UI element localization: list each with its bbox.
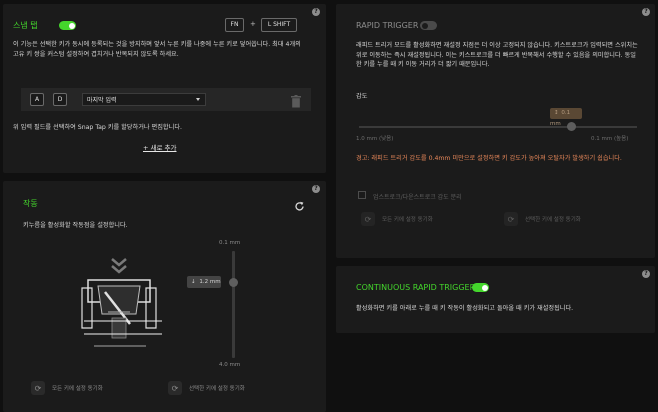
rt-reset-all-keys-button[interactable]: ⟳ 모든 키에 설정 동기화	[361, 212, 433, 226]
actuation-slider-handle[interactable]	[229, 278, 238, 287]
reset-all-keys-button[interactable]: ⟳ 모든 키에 설정 동기화	[31, 381, 103, 395]
snap-tap-hint: 위 입력 필드를 선택하여 Snap Tap 키를 할당하거나 편집합니다.	[13, 124, 182, 131]
switch-illustration	[78, 254, 168, 354]
slider-bottom-label: 4.0 mm	[219, 362, 241, 368]
arrow-up-icon: ↕	[554, 110, 559, 116]
pair-key-a[interactable]: A	[30, 93, 44, 106]
snap-tap-card: ? 스냅 탭 FN + L SHIFT 이 기능은 선택한 키가 동시에 등록되…	[3, 4, 326, 173]
sync-icon: ⟳	[31, 381, 45, 395]
snap-tap-title: 스냅 탭	[13, 21, 38, 30]
actuation-title: 작동	[23, 199, 38, 208]
mode-dropdown[interactable]: 마지막 입력	[82, 93, 206, 106]
sync-icon: ⟳	[361, 212, 375, 226]
chevron-down-icon	[196, 98, 200, 101]
refresh-icon[interactable]	[294, 197, 305, 211]
rt-reset-all-label: 모든 키에 설정 동기화	[382, 217, 433, 223]
pair-key-d[interactable]: D	[53, 93, 67, 106]
sensitivity-label: 감도	[356, 93, 368, 100]
sensitivity-left-label: 1.0 mm (낮음)	[356, 136, 394, 142]
slider-top-label: 0.1 mm	[219, 240, 241, 246]
rapid-trigger-toggle[interactable]	[420, 21, 437, 30]
mode-dropdown-value: 마지막 입력	[87, 97, 117, 104]
arrow-down-icon: ↓	[191, 279, 196, 285]
help-icon[interactable]: ?	[312, 185, 320, 193]
actuation-slider-track[interactable]	[232, 251, 235, 358]
continuous-title: CONTINUOUS RAPID TRIGGER	[356, 283, 476, 292]
continuous-description: 활성화하면 키를 아래로 누를 때 키 작동이 활성화되고 돌아올 때 키가 재…	[356, 305, 574, 312]
reset-all-label: 모든 키에 설정 동기화	[52, 386, 103, 392]
sensitivity-slider-handle[interactable]	[567, 122, 576, 131]
snap-tap-toggle[interactable]	[59, 21, 76, 30]
snap-tap-description: 이 기능은 선택한 키가 동시에 등록되는 것을 방지하며 앞서 누른 키를 나…	[13, 41, 301, 58]
sensitivity-right-label: 0.1 mm (높음)	[591, 136, 629, 142]
actuation-card: ? 작동 키누름을 활성화할 작동점을 설정합니다. 0.1 mm ↓ 1.2 …	[3, 181, 326, 412]
trash-icon[interactable]	[291, 93, 301, 108]
reset-selected-label: 선택한 키에 설정 동기화	[189, 386, 245, 392]
sensitivity-value-badge: ↕ 0.1 mm	[550, 108, 582, 127]
sync-icon: ⟳	[504, 212, 518, 226]
actuation-value-badge: ↓ 1.2 mm	[187, 276, 221, 288]
plus-sign: +	[250, 20, 256, 28]
fn-key-box[interactable]: FN	[225, 18, 244, 32]
sync-icon: ⟳	[168, 381, 182, 395]
snap-tap-pair-row: A D 마지막 입력	[21, 88, 311, 111]
rt-reset-selected-keys-button[interactable]: ⟳ 선택한 키에 설정 동기화	[504, 212, 581, 226]
rapid-trigger-card: ? RAPID TRIGGER 래피드 트리거 모드를 활성화하면 재설정 지점…	[336, 4, 655, 258]
sensitivity-slider-track[interactable]	[359, 126, 637, 128]
help-icon[interactable]: ?	[312, 8, 320, 16]
rapid-trigger-description: 래피드 트리거 모드를 활성화하면 재설정 지점은 더 이상 고정되지 않습니다…	[356, 42, 638, 68]
rapid-trigger-title: RAPID TRIGGER	[356, 21, 419, 30]
sensitivity-warning: 경고: 래피드 트리거 감도를 0.4mm 미만으로 설정하면 키 감도가 높아…	[356, 155, 622, 162]
shift-key-box[interactable]: L SHIFT	[261, 18, 297, 32]
reset-selected-keys-button[interactable]: ⟳ 선택한 키에 설정 동기화	[168, 381, 245, 395]
rt-reset-selected-label: 선택한 키에 설정 동기화	[525, 217, 581, 223]
split-sensitivity-label: 업스트로크/다운스트로크 감도 분리	[373, 194, 462, 201]
help-icon[interactable]: ?	[642, 270, 650, 278]
continuous-rapid-trigger-card: ? CONTINUOUS RAPID TRIGGER 활성화하면 키를 아래로 …	[336, 266, 655, 333]
continuous-toggle[interactable]	[472, 283, 489, 292]
help-icon[interactable]: ?	[642, 8, 650, 16]
split-sensitivity-checkbox[interactable]	[358, 191, 366, 199]
actuation-description: 키누름을 활성화할 작동점을 설정합니다.	[23, 222, 128, 229]
add-new-link[interactable]: + 새로 추가	[143, 142, 177, 152]
actuation-value: 1.2 mm	[199, 279, 221, 285]
